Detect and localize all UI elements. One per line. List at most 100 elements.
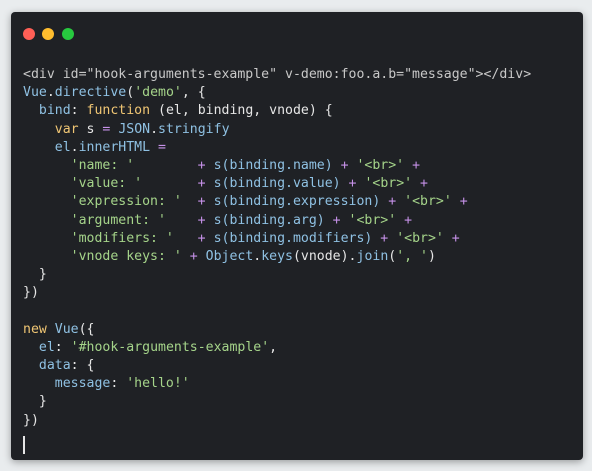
code-token: + [332, 157, 357, 173]
code-token: + [189, 230, 214, 246]
code-token: join [356, 248, 389, 264]
code-token: stringify [158, 121, 230, 137]
code-token: + [404, 157, 421, 173]
text-cursor [23, 436, 25, 454]
code-line: 'expression: ' + s(binding.expression) +… [23, 193, 531, 211]
code-block[interactable]: <div id="hook-arguments-example" v-demo:… [23, 66, 531, 430]
code-token: , [269, 339, 278, 355]
code-token: 'expression: ' [70, 194, 190, 210]
code-token: 'demo' [134, 85, 182, 101]
code-line: }) [23, 284, 531, 302]
code-token: : { [70, 358, 95, 373]
code-token: . [46, 85, 55, 101]
code-token: message [54, 376, 111, 392]
maximize-dot-icon[interactable] [62, 28, 74, 40]
code-token: s(binding.value) [213, 176, 341, 192]
code-line: message: 'hello!' [23, 375, 531, 393]
code-token: + [412, 176, 428, 192]
code-line: } [23, 393, 531, 411]
code-token: 'value: ' [70, 176, 190, 192]
code-line: var s = JSON.stringify [23, 121, 531, 139]
code-line: el.innerHTML = [23, 139, 531, 157]
code-token: '<br>' [348, 212, 397, 228]
code-token: keys [261, 248, 293, 264]
code-token: '<br>' [404, 194, 452, 210]
code-line: el: '#hook-arguments-example', [23, 339, 531, 357]
code-token: ) [428, 248, 436, 264]
code-token: el [54, 139, 71, 155]
code-line: <div id="hook-arguments-example" v-demo:… [23, 66, 531, 84]
code-token: = [158, 139, 166, 155]
code-token: + [451, 194, 468, 210]
code-token: + [443, 230, 460, 246]
code-token: + [340, 176, 365, 192]
code-token: '#hook-arguments-example' [70, 339, 270, 355]
code-token: } [23, 267, 47, 283]
code-line: 'modifiers: ' + s(binding.modifiers) + '… [23, 230, 531, 248]
code-token: s(binding.name) [213, 157, 333, 173]
code-token: + [324, 212, 349, 228]
code-token: . [150, 121, 159, 137]
code-token: Vue [23, 85, 47, 101]
code-line: Vue.directive('demo', { [23, 84, 531, 102]
code-window: <div id="hook-arguments-example" v-demo:… [11, 12, 583, 460]
code-token: . [70, 139, 79, 155]
code-token: 'argument: ' [70, 212, 190, 228]
code-line: new Vue({ [23, 321, 531, 339]
code-token: 'name: ' [70, 157, 190, 173]
code-token: 'hello!' [126, 376, 190, 392]
code-token: + [189, 248, 206, 264]
code-token: innerHTML [78, 139, 151, 155]
code-line: 'name: ' + s(binding.name) + '<br>' + [23, 157, 531, 175]
code-token: + [372, 230, 397, 246]
code-token: bind [38, 103, 71, 119]
code-line: data: { [23, 357, 531, 375]
code-token: (vnode). [292, 248, 357, 264]
close-dot-icon[interactable] [23, 28, 35, 40]
code-token: + [380, 194, 405, 210]
code-token: : [54, 339, 71, 355]
minimize-dot-icon[interactable] [42, 28, 54, 40]
code-token: + [189, 212, 214, 228]
code-token: function [86, 103, 151, 119]
code-token: , { [181, 85, 206, 101]
code-token: ( [126, 85, 135, 101]
code-token: directive [54, 85, 127, 101]
code-token: s(binding.modifiers) [213, 230, 373, 246]
code-token: s(binding.arg) [213, 212, 325, 228]
code-token: + [189, 157, 214, 173]
code-token: data [38, 358, 71, 373]
code-token: '<br>' [356, 157, 405, 173]
code-token: s(binding.expression) [213, 194, 381, 210]
code-token: var [54, 121, 79, 137]
code-token: 'modifiers: ' [70, 230, 190, 246]
code-line: bind: function (el, binding, vnode) { [23, 102, 531, 120]
code-token: }) [23, 412, 39, 428]
code-token: + [189, 176, 214, 192]
code-token: (el, binding, vnode) { [150, 103, 333, 119]
code-token: JSON [118, 121, 151, 137]
code-token: '<br>' [364, 176, 413, 192]
code-line: } [23, 266, 531, 284]
code-token: Vue [54, 321, 79, 337]
code-token: ', ' [396, 248, 428, 264]
code-token: }) [23, 285, 39, 301]
code-token: s [78, 121, 103, 137]
code-token: new [23, 321, 47, 337]
code-line: 'argument: ' + s(binding.arg) + '<br>' + [23, 212, 531, 230]
code-token: <div id="hook-arguments-example" v-demo:… [23, 67, 532, 82]
code-line: 'vnode keys: ' + Object.keys(vnode).join… [23, 248, 531, 266]
code-token: Object [205, 248, 254, 264]
